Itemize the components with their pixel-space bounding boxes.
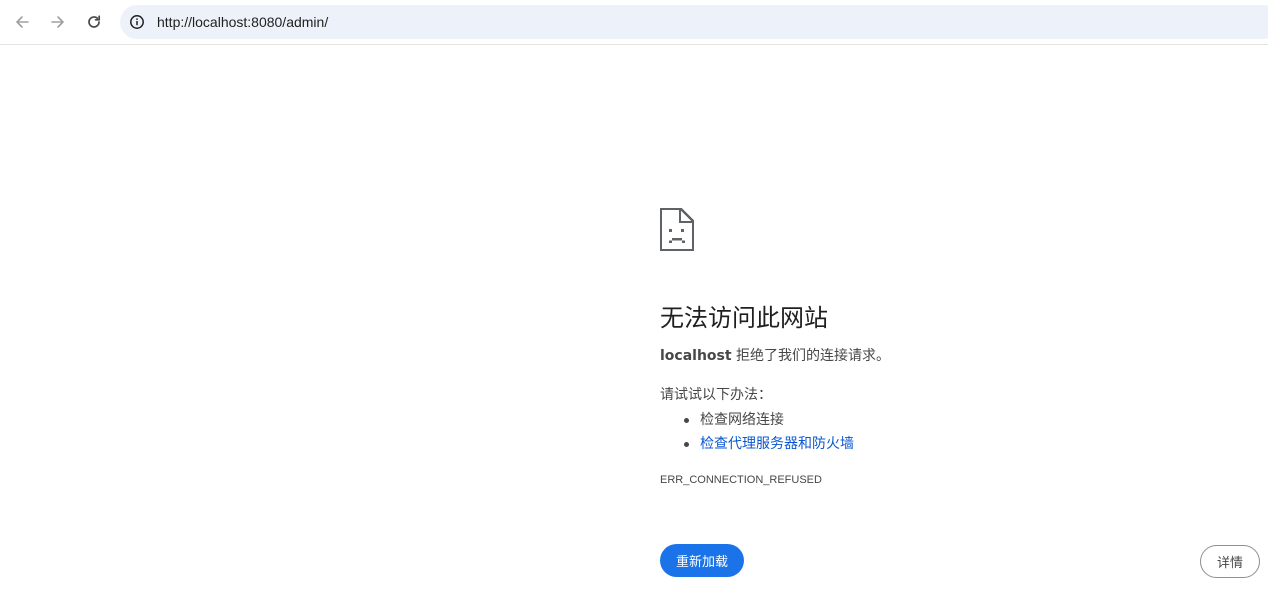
- arrow-left-icon: [16, 16, 29, 28]
- reload-button[interactable]: 重新加载: [660, 544, 744, 577]
- error-host: localhost: [660, 348, 732, 364]
- forward-button[interactable]: [44, 8, 72, 36]
- list-item: 检查代理服务器和防火墙: [684, 432, 854, 456]
- arrow-right-icon: [51, 16, 64, 28]
- suggestions-heading: 请试试以下办法：: [660, 387, 772, 403]
- address-bar[interactable]: http://localhost:8080/admin/: [120, 5, 1268, 39]
- info-circle-icon: [130, 15, 144, 29]
- reload-page-button[interactable]: [80, 8, 108, 36]
- details-button[interactable]: 详情: [1200, 545, 1260, 578]
- error-message: localhost 拒绝了我们的连接请求。: [660, 346, 890, 366]
- suggestion-check-network: 检查网络连接: [700, 412, 784, 428]
- back-button[interactable]: [8, 8, 36, 36]
- error-code: ERR_CONNECTION_REFUSED: [660, 474, 822, 486]
- url-text[interactable]: http://localhost:8080/admin/: [157, 5, 328, 39]
- suggestions-list: 检查网络连接 检查代理服务器和防火墙: [684, 408, 854, 456]
- error-message-text: 拒绝了我们的连接请求。: [731, 348, 891, 364]
- reload-icon: [88, 15, 101, 28]
- error-title: 无法访问此网站: [660, 304, 828, 332]
- site-info-button[interactable]: [124, 9, 150, 35]
- suggestion-check-proxy-link[interactable]: 检查代理服务器和防火墙: [700, 436, 854, 452]
- browser-toolbar: http://localhost:8080/admin/: [0, 0, 1268, 45]
- sad-page-icon: [660, 208, 694, 251]
- list-item: 检查网络连接: [684, 408, 854, 432]
